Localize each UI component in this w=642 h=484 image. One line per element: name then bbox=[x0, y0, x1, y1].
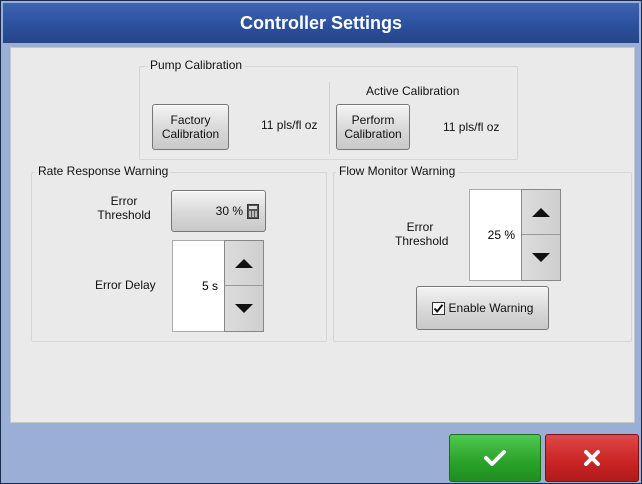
error-delay-stepper bbox=[224, 240, 264, 332]
flow-threshold-value: 25 % bbox=[487, 228, 515, 242]
error-delay-up-button[interactable] bbox=[225, 241, 263, 286]
flow-threshold-stepper bbox=[521, 189, 561, 281]
flow-threshold-up-button[interactable] bbox=[522, 190, 560, 235]
error-delay-down-button[interactable] bbox=[225, 286, 263, 331]
arrow-down-icon bbox=[235, 304, 253, 313]
dialog-frame: Controller Settings Pump Calibration Fac… bbox=[0, 0, 642, 484]
flow-error-threshold-label: Error Threshold bbox=[395, 220, 449, 248]
ok-button[interactable] bbox=[449, 434, 541, 482]
rate-error-threshold-label: Error Threshold bbox=[97, 194, 151, 222]
rate-response-label: Rate Response Warning bbox=[35, 164, 172, 178]
perform-calibration-button-label: Perform Calibration bbox=[344, 113, 402, 141]
calibration-divider bbox=[329, 82, 330, 154]
enable-warning-label: Enable Warning bbox=[448, 301, 534, 315]
active-calibration-value: 11 pls/fl oz bbox=[443, 120, 500, 134]
close-icon bbox=[584, 450, 600, 466]
calculator-icon bbox=[247, 203, 259, 219]
rate-error-threshold-button[interactable]: 30 % bbox=[171, 190, 266, 232]
cancel-button[interactable] bbox=[545, 434, 639, 482]
dialog-title: Controller Settings bbox=[3, 3, 639, 43]
enable-warning-toggle[interactable]: Enable Warning bbox=[416, 286, 549, 330]
error-delay-label: Error Delay bbox=[95, 278, 156, 292]
arrow-up-icon bbox=[235, 258, 253, 268]
pump-calibration-label: Pump Calibration bbox=[147, 58, 246, 72]
error-delay-value-box[interactable]: 5 s bbox=[172, 240, 224, 332]
arrow-up-icon bbox=[532, 207, 550, 217]
flow-monitor-label: Flow Monitor Warning bbox=[336, 164, 459, 178]
checkbox-checked-icon bbox=[431, 301, 445, 315]
settings-panel: Pump Calibration Factory Calibration 11 … bbox=[10, 47, 635, 423]
checkmark-icon bbox=[484, 450, 506, 466]
perform-calibration-button[interactable]: Perform Calibration bbox=[336, 104, 410, 150]
arrow-down-icon bbox=[532, 253, 550, 262]
flow-threshold-down-button[interactable] bbox=[522, 235, 560, 280]
factory-calibration-button[interactable]: Factory Calibration bbox=[152, 104, 229, 150]
flow-threshold-value-box[interactable]: 25 % bbox=[469, 189, 521, 281]
factory-calibration-value: 11 pls/fl oz bbox=[261, 118, 318, 132]
factory-calibration-button-label: Factory Calibration bbox=[161, 113, 220, 141]
rate-error-threshold-value: 30 % bbox=[215, 204, 243, 218]
active-calibration-label: Active Calibration bbox=[366, 84, 460, 98]
error-delay-value: 5 s bbox=[201, 279, 218, 293]
